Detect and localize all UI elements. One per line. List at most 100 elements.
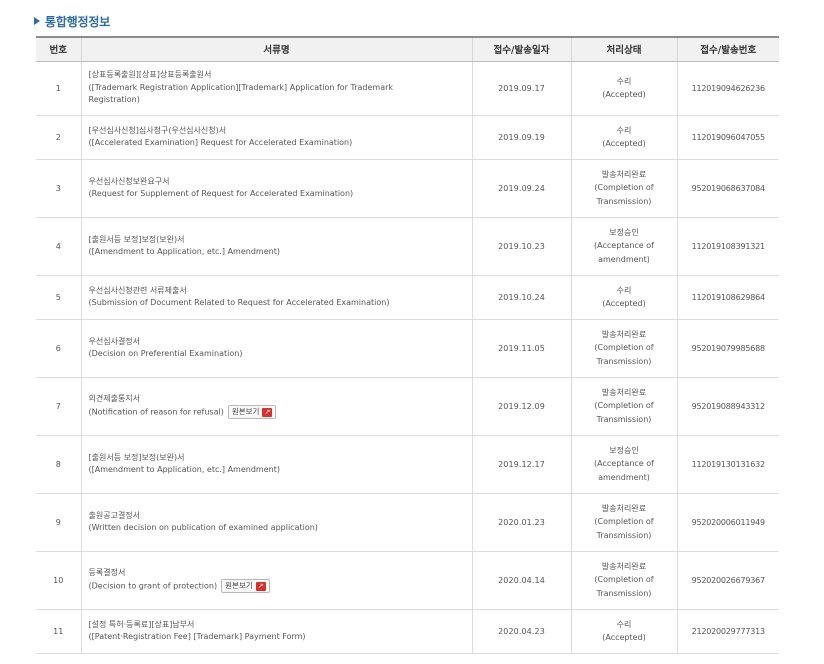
receipt-number-cell: 212020029777313 (676, 609, 779, 654)
header-status: 처리상태 (570, 36, 677, 62)
status-line: amendment) (598, 254, 650, 264)
document-name-line: ([Trademark Registration Application][Tr… (88, 82, 394, 92)
document-name-line: 우선심사신청보완요구서 (88, 176, 170, 186)
status-line: 수리 (616, 619, 632, 629)
document-name-line: 등록결정서 (88, 567, 126, 577)
header-date: 접수/발송일자 (471, 36, 571, 62)
document-name-cell: 우선심사결정서 (Decision on Preferential Examina… (80, 319, 472, 378)
status-line: 발송처리완료 (601, 169, 647, 179)
row-number: 5 (36, 275, 81, 320)
table-row: 5 우선심사신청관련 서류제출서 (Submission of Document R… (36, 275, 779, 320)
receipt-number-cell: 952020026679367 (676, 551, 779, 610)
status-cell: 보정승인 (Acceptance of amendment) (570, 435, 677, 494)
table-row: 11 [설정 특허·등록료][상표]납부서 ([Patent·Registratio… (36, 609, 779, 654)
date-cell: 2019.09.24 (471, 159, 571, 218)
document-name-cell: [설정 특허·등록료][상표]납부서 ([Patent·Registration … (80, 609, 472, 654)
receipt-number-cell: 112019108391321 (676, 217, 779, 276)
receipt-number-cell: 112019096047055 (676, 115, 779, 160)
date-cell: 2019.12.09 (471, 377, 571, 436)
date-cell: 2019.10.24 (471, 275, 571, 320)
section-heading: 통합행정정보 (34, 12, 110, 30)
table-row: 10 등록결정서 (Decision to grant of protection)… (36, 551, 779, 610)
status-line: Transmission) (596, 356, 652, 366)
document-name-cell: 출원공고결정서 (Written decision on publication … (80, 493, 472, 552)
document-name-line: [출원서등 보정]보정(보완)서 (88, 452, 185, 462)
row-number: 4 (36, 217, 81, 276)
view-original-button[interactable]: 원본보기 ↗ (227, 405, 277, 420)
section-title: 통합행정정보 (45, 14, 111, 29)
document-name-cell: 우선심사신청관련 서류제출서 (Submission of Document Re… (80, 275, 472, 320)
date-cell: 2020.01.23 (471, 493, 571, 552)
date-cell: 2019.09.17 (471, 61, 571, 116)
date-cell: 2019.10.23 (471, 217, 571, 276)
table-row: 6 우선심사결정서 (Decision on Preferential Examin… (36, 319, 779, 378)
status-cell: 수리 (Accepted) (570, 609, 677, 654)
status-line: (Acceptance of (594, 241, 654, 251)
status-line: (Completion of (594, 183, 654, 193)
receipt-number-cell: 952020006011949 (676, 493, 779, 552)
status-line: 보정승인 (609, 445, 639, 455)
document-name-line: ([Accelerated Examination] Request for A… (88, 138, 353, 147)
date-cell: 2020.04.23 (471, 609, 571, 654)
view-original-button[interactable]: 원본보기 ↗ (221, 579, 270, 594)
receipt-number-cell: 952019079985688 (676, 319, 779, 378)
admin-info-panel: 통합행정정보 번호 서류명 접수/발송일자 처리상태 접수/발송번호 1 [상표등… (0, 0, 824, 664)
document-name-cell: 등록결정서 (Decision to grant of protection) 원본… (80, 551, 472, 610)
document-name-cell: [우선심사신청]심사청구(우선심사신청)서 ([Accelerated Exami… (80, 115, 472, 160)
date-cell: 2019.12.17 (471, 435, 571, 494)
status-line: Transmission) (596, 414, 652, 424)
status-line: (Acceptance of (594, 459, 654, 469)
view-original-label: 원본보기 (225, 581, 253, 590)
document-name-line: [설정 특허·등록료][상표]납부서 (88, 619, 195, 629)
row-number: 1 (36, 61, 81, 116)
table-row: 8 [출원서등 보정]보정(보완)서 ([Amendment to Applicat… (36, 435, 779, 494)
status-line: (Accepted) (602, 299, 646, 308)
document-name-line: (Written decision on publication of exam… (88, 523, 318, 532)
table-row: 7 의견제출통지서 (Notification of reason for refu… (36, 377, 779, 436)
table-row: 9 출원공고결정서 (Written decision on publication… (36, 493, 779, 552)
row-number: 2 (36, 115, 81, 160)
document-name-line: (Request for Supplement of Request for A… (88, 189, 354, 198)
document-name-line: [출원서등 보정]보정(보완)서 (88, 234, 185, 244)
status-line: 발송처리완료 (601, 329, 647, 339)
status-line: (Completion of (594, 517, 654, 527)
status-line: amendment) (598, 472, 650, 482)
status-line: (Accepted) (602, 633, 646, 642)
status-line: 발송처리완료 (601, 503, 647, 513)
row-number: 9 (36, 493, 81, 552)
receipt-number-cell: 112019130131632 (676, 435, 779, 494)
document-name-cell: [상표등록출원][상표]상표등록출원서 ([Trademark Registrat… (80, 61, 472, 116)
document-name-cell: [출원서등 보정]보정(보완)서 ([Amendment to Applicati… (80, 435, 472, 494)
view-original-label: 원본보기 (231, 407, 260, 416)
row-number: 3 (36, 159, 81, 218)
document-name-line-wrap: (Decision to grant of protection) 원본보기 ↗ (88, 579, 466, 594)
status-line: 발송처리완료 (601, 561, 647, 571)
status-cell: 발송처리완료 (Completion of Transmission) (570, 319, 677, 378)
status-line: 보정승인 (609, 227, 639, 237)
table-row: 1 [상표등록출원][상표]상표등록출원서 ([Trademark Registra… (36, 61, 779, 116)
document-name-line: (Decision to grant of protection) (88, 581, 218, 591)
document-name-line: 우선심사결정서 (88, 336, 141, 346)
document-name-line: [상표등록출원][상표]상표등록출원서 (88, 70, 212, 80)
row-number: 8 (36, 435, 81, 494)
status-cell: 발송처리완료 (Completion of Transmission) (570, 493, 677, 552)
table-row: 3 우선심사신청보완요구서 (Request for Supplement of R… (36, 159, 779, 218)
status-cell: 보정승인 (Acceptance of amendment) (570, 217, 677, 276)
status-cell: 수리 (Accepted) (570, 275, 677, 320)
admin-history-table: 번호 서류명 접수/발송일자 처리상태 접수/발송번호 1 [상표등록출원][상표… (36, 36, 779, 654)
header-receipt-no: 접수/발송번호 (676, 36, 779, 62)
row-number: 7 (36, 377, 81, 436)
status-line: 수리 (616, 285, 632, 295)
document-name-line: (Submission of Document Related to Reque… (88, 298, 390, 307)
header-doc-name: 서류명 (80, 36, 472, 62)
receipt-number-cell: 952019088943312 (676, 377, 779, 436)
status-cell: 발송처리완료 (Completion of Transmission) (570, 159, 677, 218)
status-line: 발송처리완료 (601, 387, 647, 397)
document-name-cell: 우선심사신청보완요구서 (Request for Supplement of Re… (80, 159, 472, 218)
status-cell: 수리 (Accepted) (570, 115, 677, 160)
table-row: 2 [우선심사신청]심사청구(우선심사신청)서 ([Accelerated Exam… (36, 115, 779, 160)
date-cell: 2019.09.19 (471, 115, 571, 160)
triangle-bullet-icon (34, 17, 40, 25)
receipt-number-cell: 952019068637084 (676, 159, 779, 218)
status-line: 수리 (616, 125, 632, 135)
